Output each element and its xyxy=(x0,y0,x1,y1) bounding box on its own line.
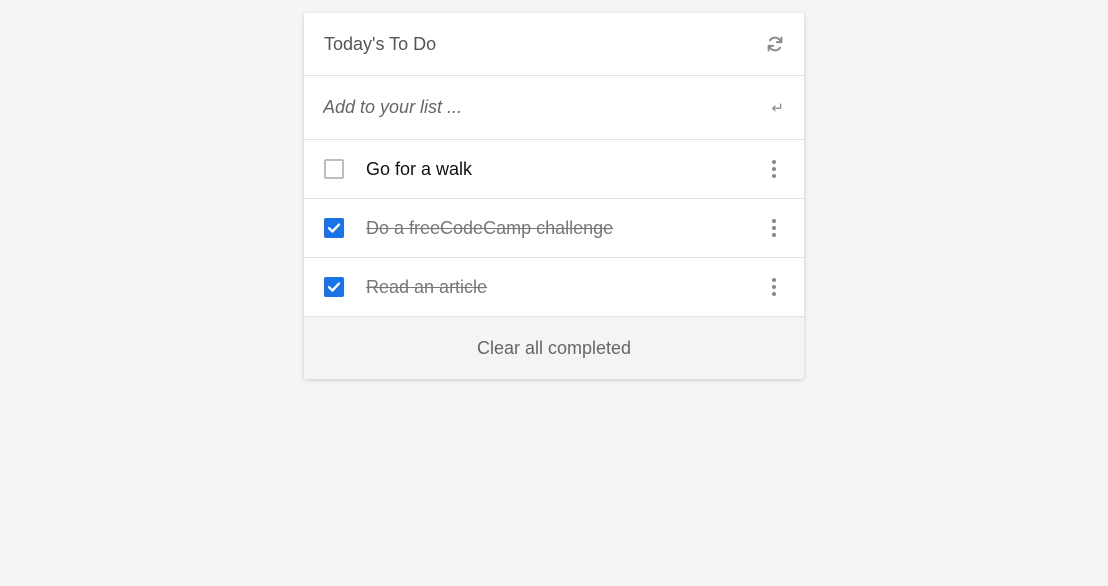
todo-item: Go for a walk xyxy=(304,140,804,199)
todo-card: Today's To Do ↵ Go for a walk Do a freeC… xyxy=(304,13,804,379)
todo-label: Do a freeCodeCamp challenge xyxy=(366,217,614,238)
todo-checkbox[interactable] xyxy=(324,277,344,297)
refresh-icon[interactable] xyxy=(765,34,785,54)
more-vert-icon[interactable] xyxy=(764,277,784,297)
check-icon xyxy=(327,282,341,292)
add-todo-row: ↵ xyxy=(304,76,804,140)
clear-completed-button[interactable]: Clear all completed xyxy=(471,337,637,360)
more-vert-icon[interactable] xyxy=(764,159,784,179)
todo-label: Go for a walk xyxy=(366,158,473,179)
todo-checkbox[interactable] xyxy=(324,159,344,179)
todo-label: Read an article xyxy=(366,276,488,297)
todo-item: Read an article xyxy=(304,258,804,317)
todo-item: Do a freeCodeCamp challenge xyxy=(304,199,804,258)
enter-icon[interactable]: ↵ xyxy=(771,99,784,117)
add-todo-input[interactable] xyxy=(323,97,743,118)
card-footer: Clear all completed xyxy=(304,317,804,379)
check-icon xyxy=(327,223,341,233)
todo-checkbox[interactable] xyxy=(324,218,344,238)
card-header: Today's To Do xyxy=(304,13,804,76)
more-vert-icon[interactable] xyxy=(764,218,784,238)
page-title: Today's To Do xyxy=(324,33,437,54)
refresh-icon-graphic xyxy=(767,36,783,52)
